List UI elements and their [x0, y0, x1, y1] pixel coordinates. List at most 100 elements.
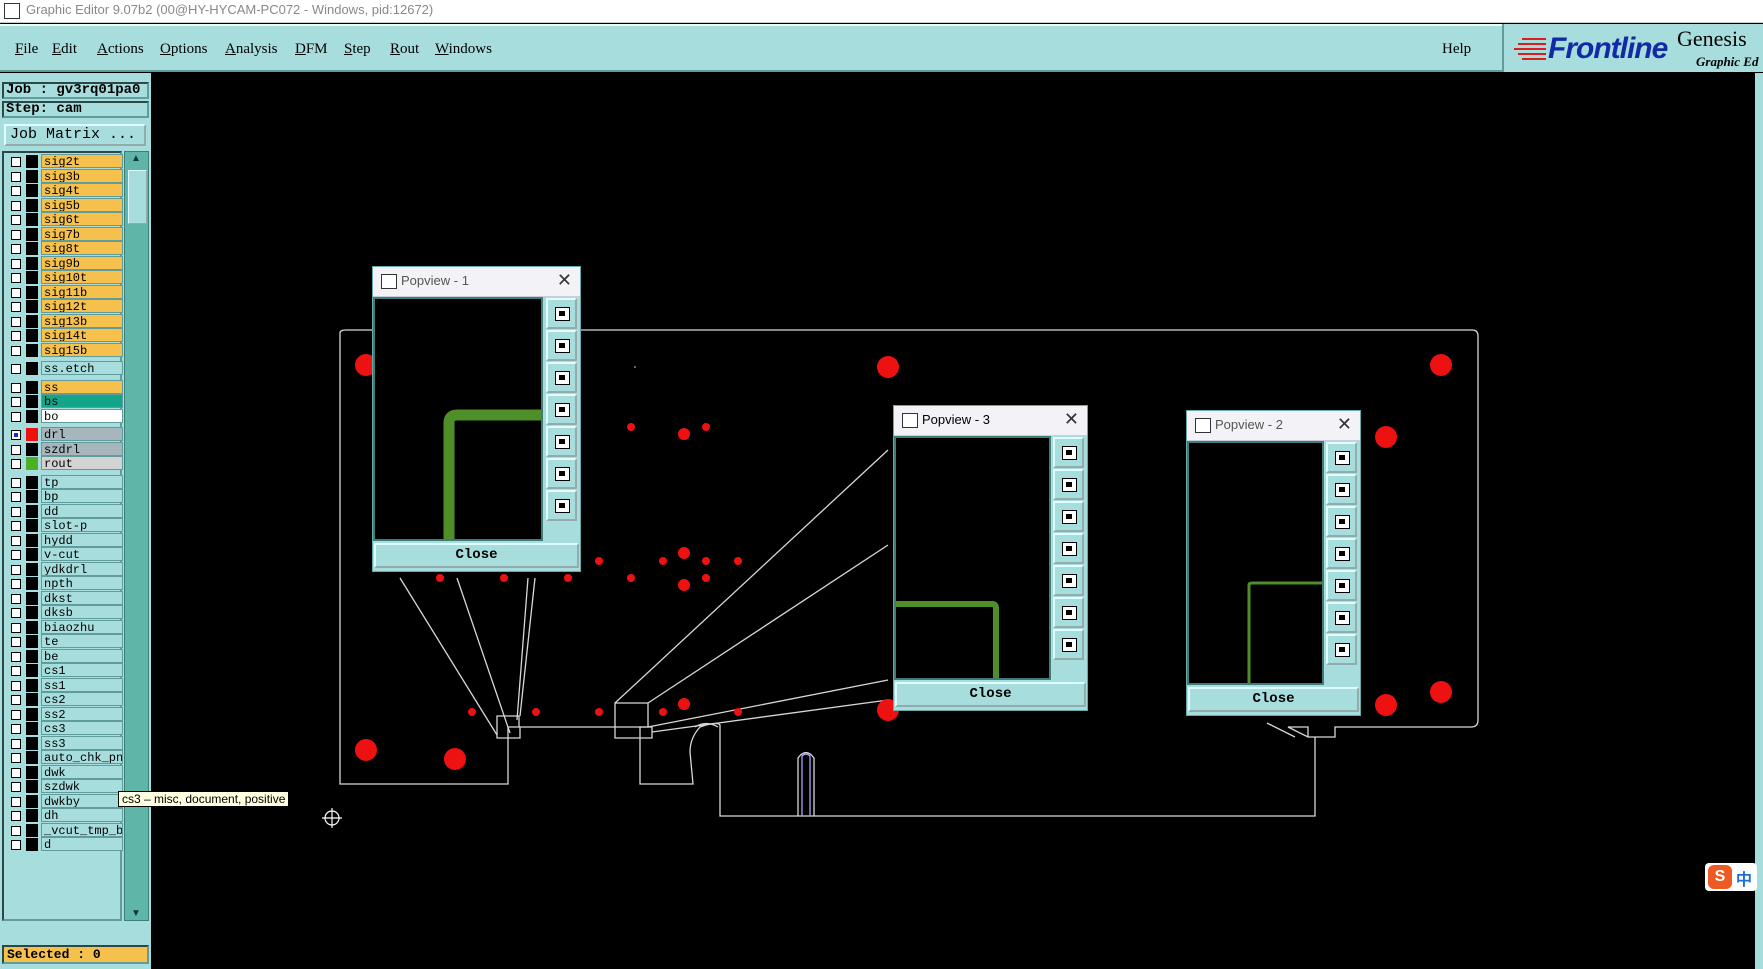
layer-color-swatch[interactable] — [26, 271, 38, 284]
layer-name[interactable]: ss — [41, 379, 123, 394]
pan-left-button[interactable] — [1053, 533, 1084, 564]
layer-row-sig9b[interactable]: sig9b — [4, 255, 123, 271]
layer-color-swatch[interactable] — [26, 562, 38, 576]
layer-name[interactable]: sig2t — [41, 154, 123, 168]
layer-color-swatch[interactable] — [26, 409, 38, 423]
zoom-out-button[interactable] — [1053, 501, 1084, 532]
layer-color-swatch[interactable] — [26, 442, 38, 456]
layer-row-bp[interactable]: bp — [4, 489, 123, 504]
layer-name[interactable]: ss.etch — [41, 361, 123, 375]
layer-checkbox[interactable] — [11, 521, 21, 531]
layer-color-swatch[interactable] — [26, 428, 38, 441]
layer-row-cs3[interactable]: cs3 — [4, 721, 123, 736]
layer-name[interactable]: rout — [41, 456, 123, 470]
layer-color-swatch[interactable] — [26, 693, 38, 706]
layer-name[interactable]: drl — [41, 427, 123, 441]
layer-row-ss1[interactable]: ss1 — [4, 677, 123, 693]
layer-color-swatch[interactable] — [26, 678, 38, 692]
layer-checkbox[interactable] — [11, 825, 21, 836]
layer-name[interactable]: sig10t — [41, 270, 123, 284]
layer-checkbox[interactable] — [11, 724, 21, 734]
layer-checkbox[interactable] — [11, 444, 21, 455]
layer-color-swatch[interactable] — [26, 591, 38, 605]
layer-checkbox[interactable] — [11, 651, 21, 662]
layer-checkbox[interactable] — [11, 550, 21, 560]
layer-color-swatch[interactable] — [26, 314, 38, 328]
layer-name[interactable]: auto_chk_pn — [41, 750, 123, 764]
layer-color-swatch[interactable] — [26, 504, 38, 518]
layer-name[interactable]: ss3 — [41, 735, 123, 750]
menu-windows[interactable]: Windows — [435, 41, 492, 58]
pan-right-button[interactable] — [1053, 565, 1084, 596]
layer-color-swatch[interactable] — [26, 184, 38, 197]
layer-row-_vcut_tmp_ba[interactable]: _vcut_tmp_ba — [4, 822, 123, 838]
layer-name[interactable]: dkst — [41, 590, 123, 605]
fit-home-button[interactable] — [1326, 602, 1357, 633]
layer-name[interactable]: v-cut — [41, 547, 123, 561]
menu-options[interactable]: Options — [160, 41, 208, 58]
layer-color-swatch[interactable] — [26, 490, 38, 503]
zoom-window-button[interactable] — [546, 298, 577, 329]
layer-checkbox[interactable] — [11, 273, 21, 283]
layer-name[interactable]: ss1 — [41, 677, 123, 692]
layer-color-swatch[interactable] — [26, 780, 38, 793]
layer-name[interactable]: sig13b — [41, 313, 123, 328]
layer-name[interactable]: dh — [41, 808, 123, 822]
layer-checkbox[interactable] — [11, 171, 21, 182]
layer-row-sig15b[interactable]: sig15b — [4, 342, 123, 358]
layer-checkbox[interactable] — [11, 430, 21, 440]
layer-checkbox[interactable] — [11, 287, 21, 298]
layer-color-swatch[interactable] — [26, 809, 38, 822]
menu-edit[interactable]: Edit — [52, 41, 77, 58]
layer-checkbox[interactable] — [11, 364, 21, 374]
pan-left-button[interactable] — [1326, 538, 1357, 569]
layer-row-sig10t[interactable]: sig10t — [4, 270, 123, 285]
layer-row-sig2t[interactable]: sig2t — [4, 154, 123, 169]
popview-1-close-icon[interactable]: ✕ — [557, 270, 572, 291]
layer-color-swatch[interactable] — [26, 457, 38, 470]
zoom-window-button[interactable] — [1053, 437, 1084, 468]
layer-color-swatch[interactable] — [26, 213, 38, 226]
layer-checkbox[interactable] — [11, 215, 21, 225]
zoom-window-button[interactable] — [1326, 442, 1357, 473]
layer-name[interactable]: ydkdrl — [41, 561, 123, 576]
layer-checkbox[interactable] — [11, 411, 21, 422]
layer-name[interactable]: be — [41, 648, 123, 663]
layer-row-d[interactable]: d — [4, 837, 123, 852]
layer-row-sig6t[interactable]: sig6t — [4, 212, 123, 227]
layer-color-swatch[interactable] — [26, 823, 38, 837]
popview-2-close-icon[interactable]: ✕ — [1337, 414, 1352, 435]
layer-checkbox[interactable] — [11, 709, 21, 720]
layer-checkbox[interactable] — [11, 840, 21, 850]
layer-name[interactable]: dd — [41, 503, 123, 518]
pan-right-button[interactable] — [546, 426, 577, 457]
layer-checkbox[interactable] — [11, 535, 21, 546]
layer-name[interactable]: tp — [41, 474, 123, 489]
layer-checkbox[interactable] — [11, 695, 21, 705]
layer-checkbox[interactable] — [11, 302, 21, 312]
layer-color-swatch[interactable] — [26, 649, 38, 663]
layer-row-ss.etch[interactable]: ss.etch — [4, 361, 123, 376]
layer-color-swatch[interactable] — [26, 751, 38, 764]
layer-checkbox[interactable] — [11, 767, 21, 778]
layer-color-swatch[interactable] — [26, 169, 38, 183]
layer-row-cs2[interactable]: cs2 — [4, 692, 123, 707]
menu-actions[interactable]: Actions — [97, 41, 144, 58]
layer-color-swatch[interactable] — [26, 548, 38, 561]
layer-name[interactable]: bo — [41, 408, 123, 423]
layer-row-dh[interactable]: dh — [4, 808, 123, 823]
layer-checkbox[interactable] — [11, 345, 21, 356]
layer-checkbox[interactable] — [11, 316, 21, 327]
scroll-down-arrow-icon[interactable]: ▼ — [131, 908, 141, 919]
layer-row-szdrl[interactable]: szdrl — [4, 441, 123, 457]
layer-name[interactable]: sig3b — [41, 168, 123, 183]
layer-name[interactable]: te — [41, 634, 123, 648]
layer-name[interactable]: biaozhu — [41, 619, 123, 634]
layer-checkbox[interactable] — [11, 738, 21, 749]
layer-color-swatch[interactable] — [26, 794, 38, 808]
layer-color-swatch[interactable] — [26, 765, 38, 779]
layer-checkbox[interactable] — [11, 622, 21, 633]
layer-color-swatch[interactable] — [26, 707, 38, 721]
menu-dfm[interactable]: DFM — [295, 41, 328, 58]
layer-row-auto_chk_pn[interactable]: auto_chk_pn — [4, 750, 123, 765]
